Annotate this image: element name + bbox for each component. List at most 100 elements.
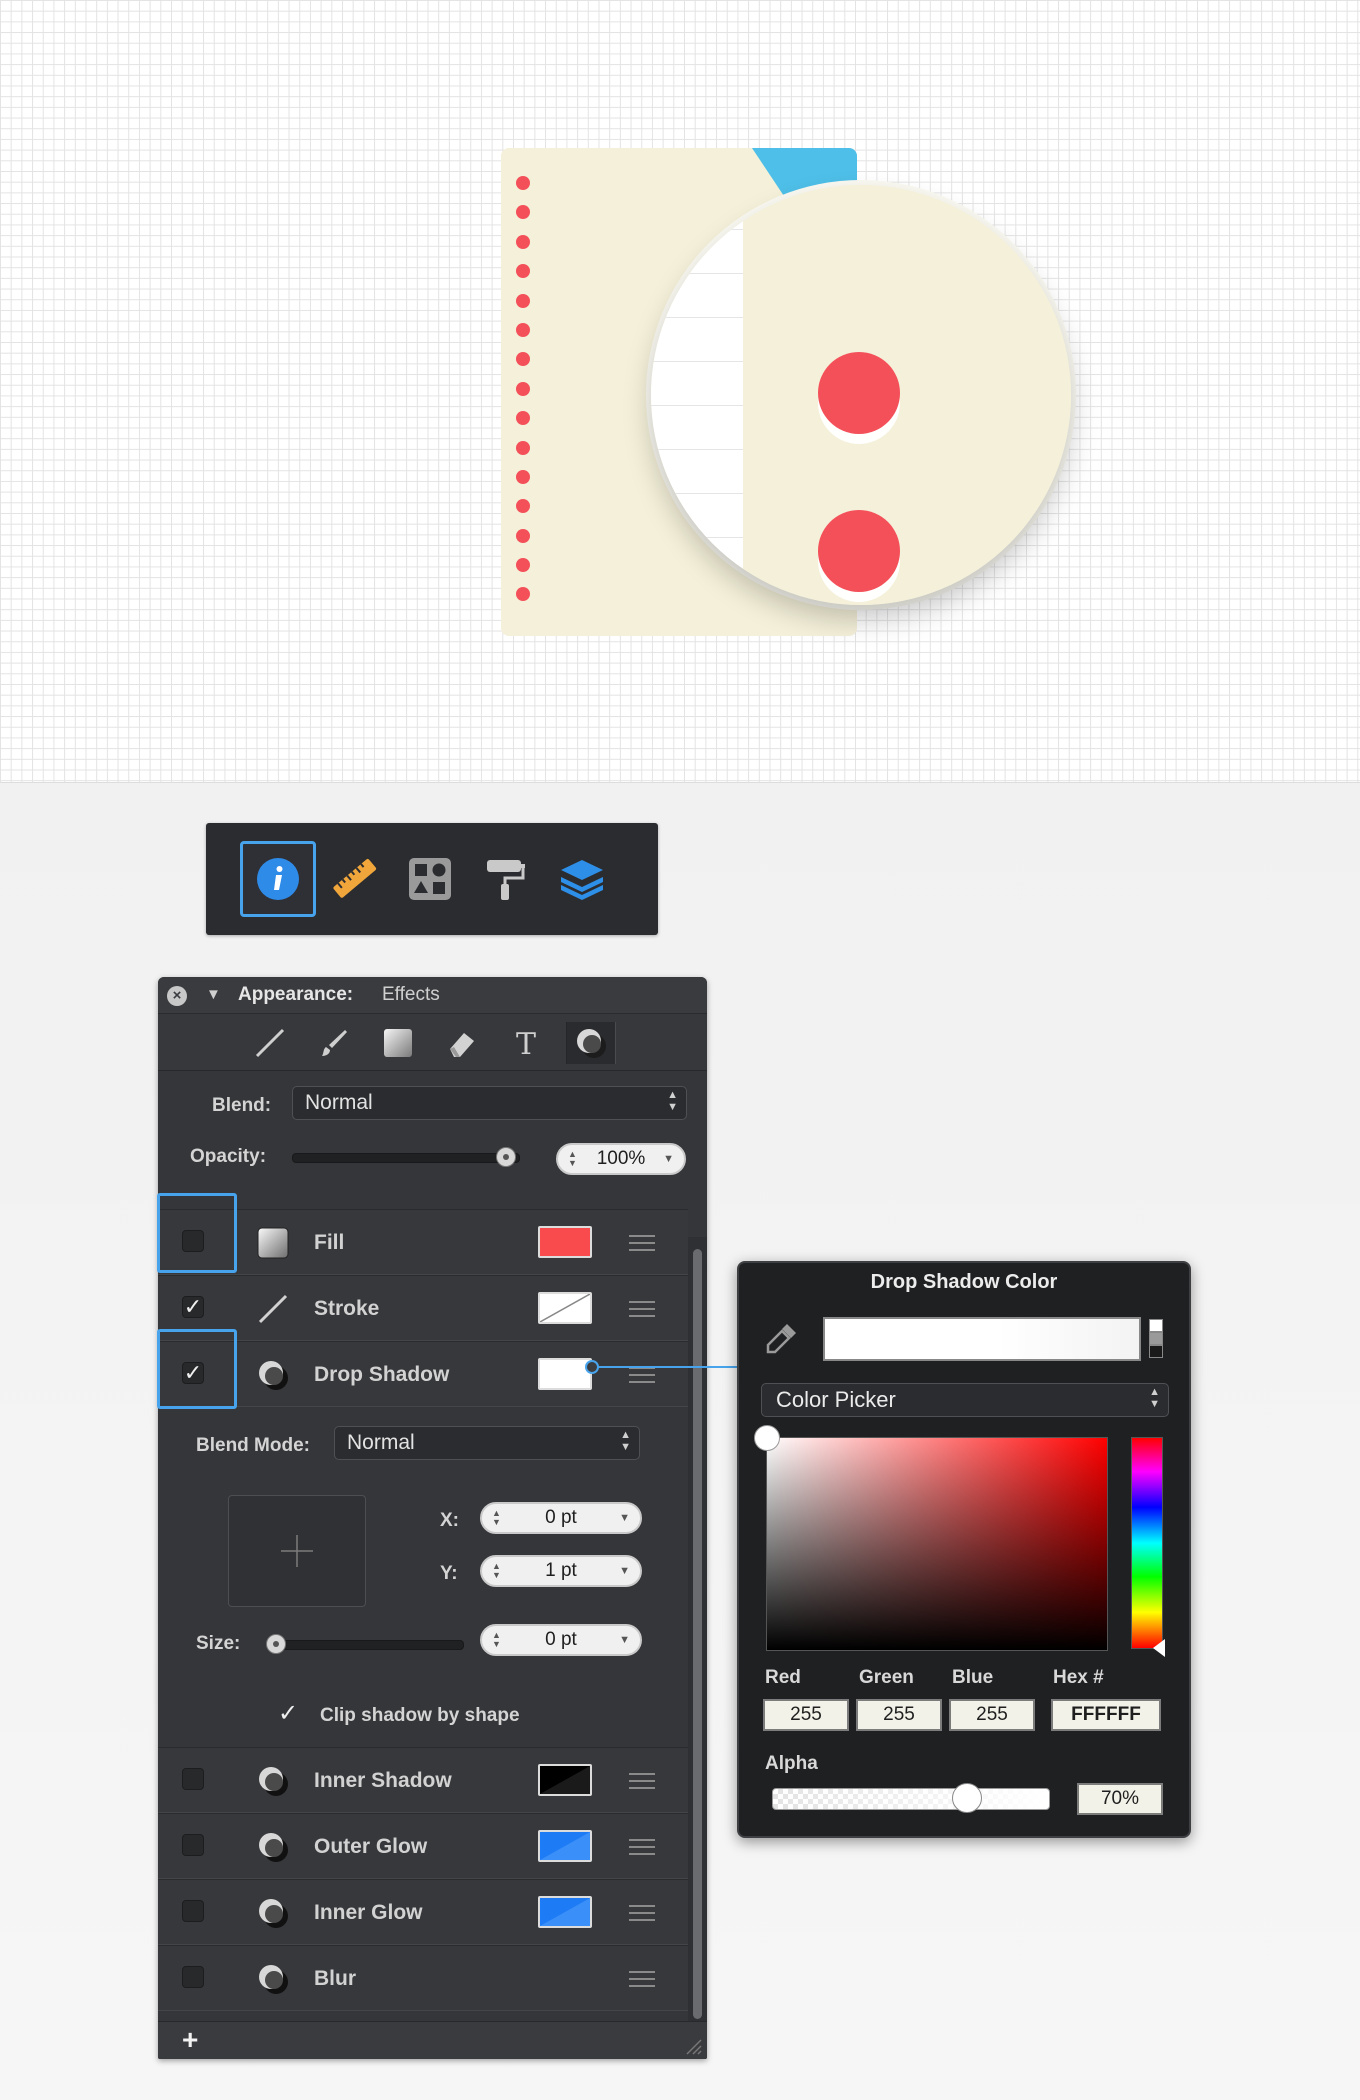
saturation-brightness-knob[interactable]	[754, 1425, 780, 1451]
tab-brush[interactable]	[310, 1022, 358, 1064]
close-icon[interactable]: ×	[167, 986, 187, 1006]
alpha-slider-track[interactable]	[772, 1788, 1050, 1810]
hue-slider-marker[interactable]	[1153, 1639, 1165, 1657]
drag-handle-icon[interactable]	[629, 1367, 655, 1388]
opacity-slider-knob[interactable]	[496, 1147, 516, 1167]
blend-select[interactable]: Normal ▲ ▼	[292, 1086, 687, 1120]
x-label: X:	[440, 1510, 459, 1531]
brush-icon	[322, 1030, 347, 1056]
no-color-slash-icon	[540, 1294, 590, 1322]
opacity-stepper[interactable]: ▲ ▼ 100% ▼	[556, 1143, 686, 1175]
blue-label: Blue	[952, 1667, 994, 1688]
blend-mode-label: Blend Mode:	[196, 1435, 310, 1456]
size-slider-knob[interactable]	[266, 1634, 286, 1654]
shadow-size-stepper[interactable]: ▲ ▼ 0 pt ▼	[480, 1624, 642, 1656]
opacity-slider-track[interactable]	[292, 1153, 520, 1163]
outer-glow-checkbox[interactable]	[182, 1834, 204, 1856]
red-input[interactable]: 255	[763, 1699, 849, 1731]
shadow-x-stepper[interactable]: ▲ ▼ 0 pt ▼	[480, 1502, 642, 1534]
inner-shadow-checkbox[interactable]	[182, 1768, 204, 1790]
inner-glow-color-swatch[interactable]	[538, 1896, 592, 1928]
lens-grid-area	[651, 185, 743, 605]
line-icon	[255, 1028, 285, 1058]
style-tab-button[interactable]	[468, 841, 544, 917]
shadow-offset-pad[interactable]	[228, 1495, 366, 1607]
effect-row-blur[interactable]: Blur	[158, 1945, 688, 2011]
drag-handle-icon[interactable]	[629, 1839, 655, 1860]
effect-name: Inner Shadow	[314, 1769, 452, 1792]
stroke-checkbox[interactable]: ✓	[182, 1296, 204, 1318]
green-label: Green	[859, 1667, 914, 1688]
blend-mode-select[interactable]: Normal ▲ ▼	[334, 1426, 640, 1460]
tab-fill[interactable]	[374, 1022, 422, 1064]
eyedropper-icon[interactable]	[761, 1319, 801, 1359]
effect-row-stroke[interactable]: ✓ Stroke	[158, 1275, 688, 1341]
alpha-input[interactable]: 70%	[1077, 1783, 1163, 1815]
effect-row-inner-shadow[interactable]: Inner Shadow	[158, 1747, 688, 1813]
inner-glow-checkbox[interactable]	[182, 1900, 204, 1922]
shadow-size-value: 0 pt	[545, 1629, 577, 1650]
shadow-y-value: 1 pt	[545, 1560, 577, 1581]
eraser-icon	[450, 1033, 474, 1057]
effect-row-inner-glow[interactable]: Inner Glow	[158, 1879, 688, 1945]
color-contrast-toggle[interactable]	[1149, 1319, 1163, 1359]
stroke-color-swatch[interactable]	[538, 1292, 592, 1324]
drag-handle-icon[interactable]	[629, 1773, 655, 1794]
zoomed-dot	[818, 510, 900, 592]
blue-input[interactable]: 255	[949, 1699, 1035, 1731]
stepper-arrows-icon: ▲ ▼	[492, 1561, 501, 1580]
effects-icon	[577, 1029, 606, 1058]
appearance-tabs: T	[158, 1014, 707, 1071]
opacity-label: Opacity:	[190, 1146, 267, 1167]
resize-grip-icon[interactable]	[681, 2034, 703, 2056]
drag-handle-icon[interactable]	[629, 1301, 655, 1322]
drag-handle-icon[interactable]	[629, 1971, 655, 1992]
saturation-brightness-field[interactable]	[766, 1437, 1108, 1651]
alpha-slider-knob[interactable]	[951, 1783, 982, 1813]
paint-roller-icon	[487, 860, 525, 900]
ruler-icon	[333, 859, 377, 898]
fill-color-swatch[interactable]	[538, 1226, 592, 1258]
color-diagonal-icon	[540, 1898, 590, 1926]
drag-handle-icon[interactable]	[629, 1235, 655, 1256]
effect-row-fill[interactable]: Fill	[158, 1209, 688, 1275]
green-input[interactable]: 255	[856, 1699, 942, 1731]
hue-slider[interactable]	[1131, 1437, 1163, 1649]
binding-dot	[516, 499, 530, 514]
effect-row-drop-shadow[interactable]: ✓ Drop Shadow	[158, 1341, 688, 1407]
binding-dot	[516, 293, 530, 308]
shapes-tab-button[interactable]	[392, 841, 468, 917]
inner-shadow-color-swatch[interactable]	[538, 1764, 592, 1796]
add-effect-button[interactable]: +	[182, 2024, 198, 2056]
size-label: Size:	[196, 1633, 241, 1654]
notebook-binding-dots	[516, 176, 532, 617]
drop-shadow-color-swatch[interactable]	[538, 1358, 592, 1390]
scrollbar-thumb[interactable]	[693, 1249, 702, 2019]
color-preview-well[interactable]	[823, 1317, 1141, 1361]
tab-stroke[interactable]	[246, 1022, 294, 1064]
hex-input[interactable]: FFFFFF	[1051, 1699, 1161, 1731]
info-tab-button[interactable]	[240, 841, 316, 917]
clip-shadow-checkbox[interactable]: ✓	[278, 1699, 298, 1728]
collapse-triangle-icon[interactable]: ▼	[206, 977, 221, 1013]
tab-effects[interactable]	[566, 1022, 616, 1064]
effect-row-outer-glow[interactable]: Outer Glow	[158, 1813, 688, 1879]
tab-eraser[interactable]	[438, 1022, 486, 1064]
drag-handle-icon[interactable]	[629, 1905, 655, 1926]
crosshair-icon	[281, 1535, 313, 1567]
binding-dot	[516, 558, 530, 573]
effect-name: Blur	[314, 1967, 356, 1990]
gradient-square-icon	[384, 1029, 412, 1057]
vertical-scrollbar[interactable]	[688, 1237, 707, 2029]
outer-glow-color-swatch[interactable]	[538, 1830, 592, 1862]
shadow-y-stepper[interactable]: ▲ ▼ 1 pt ▼	[480, 1555, 642, 1587]
effects-icon	[259, 1833, 288, 1862]
blur-checkbox[interactable]	[182, 1966, 204, 1988]
layers-tab-button[interactable]	[544, 841, 620, 917]
shapes-icon	[409, 858, 451, 900]
ruler-tab-button[interactable]	[316, 841, 392, 917]
binding-dot	[516, 352, 530, 367]
size-slider-track[interactable]	[274, 1640, 464, 1650]
tab-text[interactable]: T	[502, 1022, 550, 1064]
color-mode-select[interactable]: Color Picker ▲ ▼	[761, 1383, 1169, 1417]
